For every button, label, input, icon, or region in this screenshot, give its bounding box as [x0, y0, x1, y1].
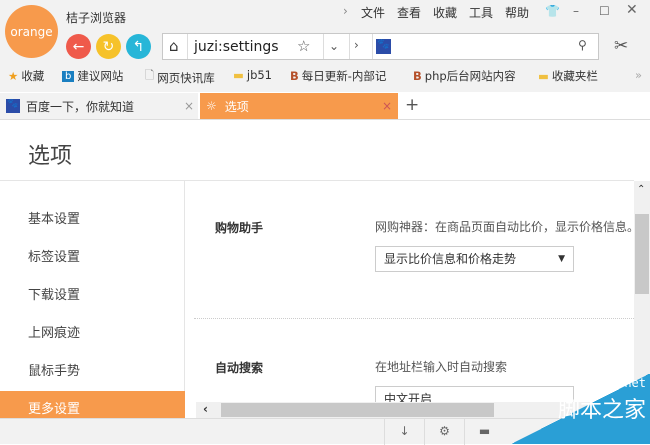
site-icon: B [290, 69, 299, 83]
menu-help[interactable]: 帮助 [505, 4, 529, 21]
url-input[interactable]: juzi:settings [194, 39, 279, 55]
home-icon[interactable]: ⌂ [169, 37, 179, 55]
divider [323, 34, 324, 59]
gear-icon: ☼ [206, 99, 217, 113]
window-icon[interactable]: ▬ [464, 419, 504, 445]
sidebar-item-gestures[interactable]: 鼠标手势 [0, 353, 185, 391]
scroll-up-icon[interactable]: ⌃ [637, 184, 645, 195]
scroll-left-icon[interactable]: ‹ [203, 402, 208, 416]
bookmark-label: 收藏夹栏 [551, 69, 598, 83]
star-icon[interactable]: ☆ [297, 37, 310, 55]
bookmark-label: jb51 [246, 68, 273, 82]
vertical-scrollbar[interactable]: ⌃ [634, 181, 650, 402]
divider [372, 34, 373, 59]
folder-icon: ▬ [538, 69, 549, 83]
divider [0, 119, 650, 120]
download-icon[interactable]: ↓ [384, 419, 424, 445]
tab-label: 百度一下，你就知道 [26, 99, 135, 114]
page-icon: 🗋 [145, 68, 155, 82]
bookmark-label: 建议网站 [77, 69, 124, 83]
scroll-thumb[interactable] [221, 403, 494, 417]
select-value: 显示比价信息和价格走势 [384, 252, 517, 266]
reload-button[interactable]: ↻ [96, 34, 121, 59]
bookmark-favorites[interactable]: ★ 收藏 [8, 68, 44, 84]
section-label: 购物助手 [215, 221, 264, 235]
search-input[interactable] [395, 37, 575, 57]
back-button[interactable]: ← [66, 34, 91, 59]
browser-chrome: orange 桔子浏览器 › 文件 查看 收藏 工具 帮助 👕 – ☐ ✕ ← … [0, 0, 650, 92]
sidebar-item-download[interactable]: 下载设置 [0, 277, 185, 315]
caret-down-icon: ▼ [558, 254, 565, 264]
menu-file[interactable]: 文件 [361, 4, 385, 21]
chevron-down-icon[interactable]: ⌄ [329, 39, 339, 53]
watermark-name: 脚本之家 [557, 398, 646, 423]
sidebar-item-tabs[interactable]: 标签设置 [0, 239, 185, 277]
bookmark-php[interactable]: Bphp后台网站内容 [413, 68, 516, 84]
close-tab-icon[interactable]: × [184, 99, 194, 113]
scissors-icon[interactable]: ✂ [614, 36, 628, 56]
new-tab-button[interactable]: + [405, 95, 419, 115]
address-bar[interactable]: ⌂ juzi:settings ☆ ⌄ › 🐾 ⚲ [162, 33, 599, 60]
menu-view[interactable]: 查看 [397, 4, 421, 21]
bookmark-label: 网页快讯库 [157, 70, 215, 85]
menu-favorites[interactable]: 收藏 [433, 4, 457, 21]
section-desc: 网购神器：在商品页面自动比价，显示价格信息。 [375, 220, 634, 234]
minimize-button[interactable]: – [573, 4, 579, 18]
shopping-select[interactable]: 显示比价信息和价格走势 ▼ [375, 246, 574, 272]
maximize-button[interactable]: ☐ [599, 4, 610, 18]
bookmark-label: php后台网站内容 [424, 69, 516, 83]
section-label: 自动搜索 [215, 361, 264, 375]
page-title: 选项 [28, 144, 73, 169]
sidebar: 基本设置 标签设置 下载设置 上网痕迹 鼠标手势 更多设置 [0, 181, 185, 429]
menu-tools[interactable]: 工具 [469, 4, 493, 21]
bookmark-label: 收藏 [21, 69, 45, 83]
menu-expand-icon[interactable]: › [343, 4, 348, 18]
select-value: 中文开启 [384, 392, 433, 402]
tab-baidu[interactable]: 🐾 百度一下，你就知道 × [0, 93, 198, 119]
bookmark-webslice[interactable]: 🗋 网页快讯库 [145, 68, 215, 87]
close-button[interactable]: ✕ [626, 2, 638, 18]
close-tab-icon[interactable]: × [382, 99, 392, 113]
tab-label: 选项 [224, 99, 249, 114]
bookmark-favbar[interactable]: ▬ 收藏夹栏 [538, 68, 598, 84]
watermark-site: jb51.net [588, 376, 646, 390]
skin-icon[interactable]: 👕 [545, 4, 560, 18]
more-bookmarks-icon[interactable]: » [635, 68, 642, 82]
tab-settings[interactable]: ☼ 选项 × [200, 93, 398, 119]
section-desc: 在地址栏输入时自动搜索 [375, 360, 508, 374]
divider [187, 34, 188, 59]
watermark: jb51.net 脚本之家 [510, 374, 650, 444]
browser-logo: orange [5, 5, 58, 58]
baidu-paw-icon[interactable]: 🐾 [376, 39, 391, 54]
bing-icon: b [62, 70, 75, 82]
sidebar-item-history[interactable]: 上网痕迹 [0, 315, 185, 353]
window-title: 桔子浏览器 [66, 11, 127, 25]
search-icon[interactable]: ⚲ [578, 38, 587, 52]
sidebar-item-basic[interactable]: 基本设置 [0, 201, 185, 239]
divider [349, 34, 350, 59]
baidu-paw-icon: 🐾 [6, 99, 20, 113]
scroll-thumb[interactable] [635, 214, 649, 294]
divider [194, 318, 634, 319]
bookmark-label: 每日更新-内部记 [301, 69, 387, 83]
home-button[interactable]: ↰ [126, 34, 151, 59]
gear-icon[interactable]: ⚙ [424, 419, 464, 445]
settings-panel: 购物助手 网购神器：在商品页面自动比价，显示价格信息。 显示比价信息和价格走势 ▼… [186, 181, 634, 402]
forward-icon[interactable]: › [354, 38, 359, 52]
site-icon: B [413, 69, 422, 83]
bookmark-jb51[interactable]: ▬ jb51 [233, 68, 272, 82]
folder-icon: ▬ [233, 68, 244, 82]
star-icon: ★ [8, 69, 19, 83]
bookmark-daily[interactable]: B 每日更新-内部记 [290, 68, 386, 84]
bookmark-suggested[interactable]: b 建议网站 [62, 68, 123, 84]
